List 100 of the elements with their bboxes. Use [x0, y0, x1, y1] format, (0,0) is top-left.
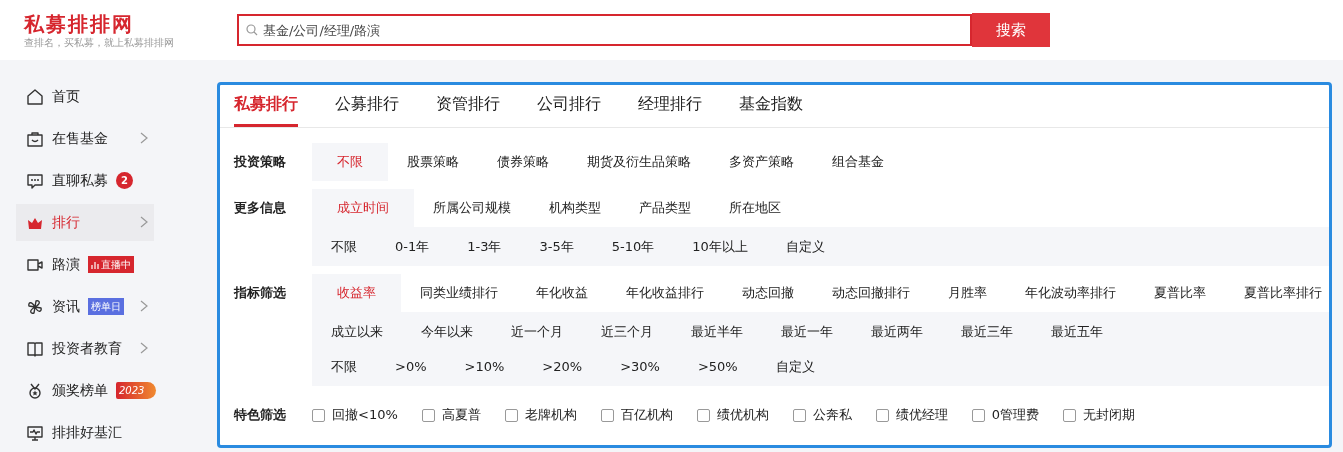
tab[interactable]: 资管排行 — [436, 85, 500, 127]
checkbox-label[interactable]: 高夏普 — [441, 406, 481, 424]
filter-option[interactable]: 债券策略 — [478, 143, 568, 181]
logo-title[interactable]: 私募排排网 — [24, 11, 134, 36]
filter-option[interactable]: 产品类型 — [620, 189, 710, 227]
checkbox[interactable] — [971, 408, 985, 422]
filter-option[interactable]: 不限 — [312, 143, 388, 181]
sidebar-item[interactable]: 直聊私募 2 — [16, 162, 154, 199]
filter-option[interactable]: 最近一年 — [762, 314, 852, 349]
filter-option[interactable]: 0-1年 — [376, 229, 449, 264]
filter-option[interactable]: >50% — [678, 349, 757, 384]
filter-option[interactable]: 最近五年 — [1032, 314, 1122, 349]
sidebar-item[interactable]: 投资者教育 — [16, 330, 154, 367]
filter-option[interactable]: 多资产策略 — [710, 143, 813, 181]
filter-option[interactable]: 自定义 — [766, 229, 844, 264]
count-badge: 2 — [116, 172, 133, 189]
checkbox[interactable] — [875, 408, 889, 422]
checkbox[interactable] — [504, 408, 518, 422]
filter-option[interactable]: >10% — [445, 349, 524, 384]
sidebar-label: 首页 — [52, 87, 80, 106]
filter-option[interactable]: 10年以上 — [673, 229, 767, 264]
filter-option[interactable]: 成立时间 — [312, 189, 414, 227]
filter-option[interactable]: 3-5年 — [520, 229, 593, 264]
shopping-bag-icon — [26, 129, 44, 148]
filter-option[interactable]: >20% — [523, 349, 602, 384]
filter-option[interactable]: 近一个月 — [492, 314, 582, 349]
checkbox[interactable] — [1063, 408, 1077, 422]
sidebar-label: 排行 — [52, 213, 80, 232]
filter-option[interactable]: 1-3年 — [448, 229, 521, 264]
filter-option[interactable]: 最近两年 — [852, 314, 942, 349]
sidebar-label: 路演 — [52, 255, 80, 274]
filter-option[interactable]: 近三个月 — [582, 314, 672, 349]
checkbox-label[interactable]: 公奔私 — [812, 406, 852, 424]
sidebar-item[interactable]: 排行 — [16, 204, 154, 241]
sidebar-label: 颁奖榜单 — [52, 381, 108, 400]
sidebar-item[interactable]: 颁奖榜单 2023 — [16, 372, 154, 409]
tab[interactable]: 公司排行 — [537, 85, 601, 127]
sidebar-item[interactable]: 在售基金 — [16, 120, 154, 157]
checkbox-label[interactable]: 百亿机构 — [620, 406, 673, 424]
tab[interactable]: 基金指数 — [739, 85, 803, 127]
checkbox-label[interactable]: 无封闭期 — [1083, 406, 1136, 424]
live-badge: 直播中 — [88, 256, 134, 273]
sidebar-label: 投资者教育 — [52, 339, 122, 358]
checkbox-label[interactable]: 绩优机构 — [716, 406, 769, 424]
filter-option[interactable]: 所在地区 — [710, 189, 800, 227]
checkbox-label[interactable]: 老牌机构 — [524, 406, 577, 424]
filter-option[interactable]: 今年以来 — [402, 314, 492, 349]
filter-option[interactable]: 收益率 — [312, 274, 401, 312]
search-button[interactable]: 搜索 — [972, 13, 1050, 47]
filter-option[interactable]: 不限 — [312, 349, 376, 384]
filter-option[interactable]: 组合基金 — [813, 143, 903, 181]
filter-option[interactable]: >30% — [601, 349, 679, 384]
checkbox-label[interactable]: 回撤<10% — [332, 406, 398, 424]
sidebar-item[interactable]: 路演 直播中 — [16, 246, 154, 283]
filter-option[interactable]: 自定义 — [756, 349, 834, 384]
sidebar-label: 直聊私募 — [52, 171, 108, 190]
tab[interactable]: 公募排行 — [335, 85, 399, 127]
checkbox-label[interactable]: 0管理费 — [991, 406, 1040, 424]
filter-option[interactable]: 动态回撤 — [723, 274, 813, 312]
medal-icon — [26, 381, 44, 400]
filter-label: 更多信息 — [234, 199, 287, 217]
filter-option[interactable]: 所属公司规模 — [414, 189, 530, 227]
filter-option[interactable]: 期货及衍生品策略 — [568, 143, 710, 181]
filter-option[interactable]: 最近半年 — [672, 314, 762, 349]
filter-option[interactable]: 同类业绩排行 — [401, 274, 517, 312]
tab[interactable]: 经理排行 — [638, 85, 702, 127]
filter-option[interactable]: 动态回撤排行 — [813, 274, 929, 312]
tab[interactable]: 私募排行 — [234, 85, 298, 127]
search-field[interactable]: 基金/公司/经理/路演 — [237, 14, 972, 46]
checkbox[interactable] — [312, 408, 325, 422]
checkbox[interactable] — [600, 408, 614, 422]
checkbox[interactable] — [792, 408, 806, 422]
filter-label: 指标筛选 — [234, 284, 287, 302]
filter-option[interactable]: >0% — [376, 349, 446, 384]
filter-option[interactable]: 最近三年 — [942, 314, 1032, 349]
filter-option[interactable]: 股票策略 — [388, 143, 478, 181]
filter-option[interactable]: 机构类型 — [530, 189, 620, 227]
sidebar-label: 资讯 — [52, 297, 80, 316]
filter-option[interactable]: 年化收益 — [517, 274, 607, 312]
filter-option[interactable]: 月胜率 — [929, 274, 1006, 312]
checkbox[interactable] — [421, 408, 435, 422]
sidebar-label: 排排好基汇 — [52, 423, 122, 442]
filter-option[interactable]: 夏普比率排行 — [1225, 274, 1329, 312]
filter-option[interactable]: 年化收益排行 — [607, 274, 723, 312]
filter-option[interactable]: 年化波动率排行 — [1006, 274, 1135, 312]
sidebar-label: 在售基金 — [52, 129, 108, 148]
monitor-icon — [26, 423, 44, 442]
sidebar-item[interactable]: 首页 — [16, 78, 154, 115]
checkbox-label[interactable]: 绩优经理 — [895, 406, 948, 424]
filter-option[interactable]: 成立以来 — [312, 314, 402, 349]
tag-badge: 榜单日 — [88, 298, 124, 315]
chat-icon — [26, 171, 44, 190]
year-badge: 2023 — [116, 382, 157, 399]
sidebar-item[interactable]: 排排好基汇 — [16, 414, 154, 451]
filter-option[interactable]: 夏普比率 — [1135, 274, 1225, 312]
sidebar-item[interactable]: 资讯 榜单日 — [16, 288, 154, 325]
filter-option[interactable]: 5-10年 — [592, 229, 674, 264]
filter-option[interactable]: 不限 — [312, 229, 376, 264]
pinwheel-icon — [26, 297, 44, 316]
checkbox[interactable] — [696, 408, 710, 422]
